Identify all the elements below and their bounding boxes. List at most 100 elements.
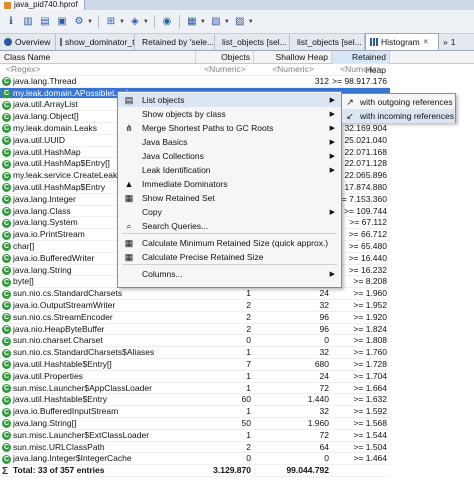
cell-shallow-heap: 1.440 <box>307 394 329 405</box>
menu-item-leak-identification[interactable]: Leak Identification ▶ <box>118 163 341 177</box>
column-header-retained-heap[interactable]: Retained Heap <box>332 51 390 75</box>
menu-item-incoming-references[interactable]: ↙ with incoming references <box>342 109 455 123</box>
cell-retained-heap: >= 1.664 <box>353 382 387 393</box>
cell-shallow-heap: 32 <box>319 347 329 358</box>
class-icon: C <box>2 324 11 334</box>
menu-item-merge-shortest-paths-to-gc-roots[interactable]: ⋔ Merge Shortest Paths to GC Roots ▶ <box>118 121 341 135</box>
menu-item-calculate-minimum-retained-size-quick-approx[interactable]: ▦ Calculate Minimum Retained Size (quick … <box>118 236 341 250</box>
menu-item-immediate-dominators[interactable]: ▲ Immediate Dominators <box>118 177 341 191</box>
menu-item-java-basics[interactable]: Java Basics ▶ <box>118 135 341 149</box>
table-row[interactable]: Cjava.nio.HeapByteBuffer 2 96 >= 1.824 <box>0 324 390 336</box>
column-header-class-name[interactable]: Class Name <box>0 51 196 64</box>
menu-item-outgoing-references[interactable]: ↗ with outgoing references <box>342 95 455 109</box>
cell-class-name: Csun.misc.URLClassPath <box>0 442 196 454</box>
table-row[interactable]: Cjava.lang.Integer$IntegerCache 0 0 >= 1.46… <box>0 453 390 466</box>
menu-item-list-objects[interactable]: ▤ List objects ▶ <box>118 93 341 107</box>
overview-info-icon[interactable]: ℹ <box>4 15 18 29</box>
dropdown-arrow-icon[interactable]: ▼ <box>200 19 206 25</box>
table-row[interactable]: Csun.misc.Launcher$ExtClassLoader 1 72 >= 1… <box>0 430 390 442</box>
cell-retained-heap: <Numeric> <box>340 64 382 74</box>
table-row[interactable]: Cjava.lang.Thread 312 >= 98.917.176 <box>0 76 390 88</box>
tab-overview[interactable]: Overview <box>0 34 56 50</box>
cell-shallow-heap: 0 <box>324 335 329 346</box>
class-icon: C <box>2 183 11 193</box>
table-row[interactable]: Cjava.lang.String[] 50 1.960 >= 1.568 <box>0 418 390 430</box>
menu-item-columns[interactable]: Columns... ▶ <box>118 267 341 281</box>
list-icon: ▤ <box>124 95 134 105</box>
dominator-tree-icon[interactable]: ▤ <box>38 15 52 29</box>
class-icon: C <box>2 301 11 311</box>
merge-paths-icon: ⋔ <box>125 123 133 133</box>
menu-item-label: Java Basics <box>142 136 188 147</box>
menu-item-copy[interactable]: Copy ▶ <box>118 205 341 219</box>
table-row[interactable]: Cjava.util.Hashtable$Entry[] 7 680 >= 1.728 <box>0 359 390 371</box>
table-row[interactable]: Csun.misc.URLClassPath 2 64 >= 1.504 <box>0 442 390 454</box>
editor-tab-label: java_pid740.hprof <box>14 0 78 9</box>
thread-overview-icon[interactable]: ⚙ <box>72 15 86 29</box>
cell-retained-heap: >= 1.920 <box>353 311 387 322</box>
column-header-objects[interactable]: Objects <box>196 51 254 64</box>
class-name-text: java.lang.Thread <box>13 75 77 86</box>
menu-item-show-retained-set[interactable]: ▦ Show Retained Set <box>118 191 341 205</box>
table-row[interactable]: Cjava.io.BufferedInputStream 1 32 >= 1.592 <box>0 406 390 418</box>
class-icon: C <box>2 218 11 228</box>
tab-label: list_objects [sel... <box>222 37 287 47</box>
find-object-icon[interactable]: ◉ <box>160 15 174 29</box>
cell-class-name: Cjava.nio.HeapByteBuffer <box>0 324 196 336</box>
class-name-text: java.lang.System <box>13 217 78 228</box>
cell-retained-heap: >= 1.760 <box>353 347 387 358</box>
run-report-icon[interactable]: ⊞ <box>104 15 118 29</box>
cell-class-name: Cjava.io.OutputStreamWriter <box>0 300 196 312</box>
histogram-icon[interactable]: ▥ <box>21 15 35 29</box>
class-icon: C <box>2 407 11 417</box>
calculate-retained-icon[interactable]: ▧ <box>209 15 223 29</box>
class-icon: C <box>2 77 11 87</box>
filter-row[interactable]: <Regex> <Numeric> <Numeric> <Numeric> <box>0 64 390 76</box>
cell-shallow-heap: 680 <box>314 359 329 369</box>
column-header-shallow-heap[interactable]: Shallow Heap <box>254 51 332 64</box>
tab-histogram[interactable]: Histogram ✕ <box>365 33 439 50</box>
dropdown-arrow-icon[interactable]: ▼ <box>119 19 125 25</box>
table-row[interactable]: Csun.misc.Launcher$AppClassLoader 1 72 >= 1… <box>0 383 390 395</box>
class-name-text: char[] <box>13 241 35 251</box>
tab-list-objects-1[interactable]: list_objects [sel... <box>215 34 290 50</box>
oql-icon[interactable]: ▣ <box>55 15 69 29</box>
total-row[interactable]: Σ Total: 33 of 357 entries 3.129.870 99.044… <box>0 465 390 477</box>
cell-objects: 1 <box>246 429 251 440</box>
table-row[interactable]: Csun.nio.cs.StandardCharsets 1 24 >= 1.960 <box>0 288 390 300</box>
cell-class-name: Csun.nio.charset.Charset <box>0 335 196 347</box>
table-row[interactable]: Csun.nio.cs.StandardCharsets$Aliases 1 32 >… <box>0 347 390 359</box>
tab-overflow[interactable]: » 1 <box>439 34 474 50</box>
cell-class-name: Cjava.lang.String[] <box>0 418 196 430</box>
group-by-icon[interactable]: ▦ <box>185 15 199 29</box>
menu-item-search-queries[interactable]: ⌕ Search Queries... <box>118 219 341 233</box>
class-name-text: java.lang.Integer <box>13 193 76 204</box>
tab-list-objects-2[interactable]: list_objects [sel... <box>290 34 365 50</box>
submenu-arrow-icon: ▶ <box>329 138 335 146</box>
cell-objects: 2 <box>246 323 251 334</box>
menu-item-calculate-precise-retained-size[interactable]: ▦ Calculate Precise Retained Size <box>118 250 341 264</box>
cell-retained-heap: >= 1.592 <box>353 406 387 417</box>
cell-class-name: Cjava.util.Properties <box>0 371 196 383</box>
dropdown-arrow-icon[interactable]: ▼ <box>87 19 93 25</box>
table-row[interactable]: Cjava.io.OutputStreamWriter 2 32 >= 1.952 <box>0 300 390 312</box>
class-icon: C <box>2 88 11 98</box>
dropdown-arrow-icon[interactable]: ▼ <box>248 19 254 25</box>
table-row[interactable]: Csun.nio.cs.StreamEncoder 2 96 >= 1.920 <box>0 312 390 324</box>
dropdown-arrow-icon[interactable]: ▼ <box>224 19 230 25</box>
dropdown-arrow-icon[interactable]: ▼ <box>143 19 149 25</box>
menu-item-show-objects-by-class[interactable]: Show objects by class ▶ <box>118 107 341 121</box>
close-icon[interactable]: ✕ <box>423 38 429 46</box>
cell-shallow-heap: 96 <box>319 311 329 322</box>
query-browser-icon[interactable]: ◈ <box>128 15 142 29</box>
class-icon: C <box>2 442 11 452</box>
cell-class-name: Csun.nio.cs.StandardCharsets <box>0 288 196 300</box>
tab-retained-by[interactable]: Retained by 'sele... <box>135 34 215 50</box>
export-icon[interactable]: ▨ <box>233 15 247 29</box>
table-row[interactable]: Csun.nio.charset.Charset 0 0 >= 1.808 <box>0 335 390 348</box>
menu-item-java-collections[interactable]: Java Collections ▶ <box>118 149 341 163</box>
table-row[interactable]: Cjava.util.Properties 1 24 >= 1.704 <box>0 371 390 383</box>
table-row[interactable]: Cjava.util.Hashtable$Entry 60 1.440 >= 1.63… <box>0 394 390 407</box>
tab-dominator-tree[interactable]: show_dominator_tr... <box>56 34 135 50</box>
editor-tab[interactable]: java_pid740.hprof <box>0 0 85 10</box>
